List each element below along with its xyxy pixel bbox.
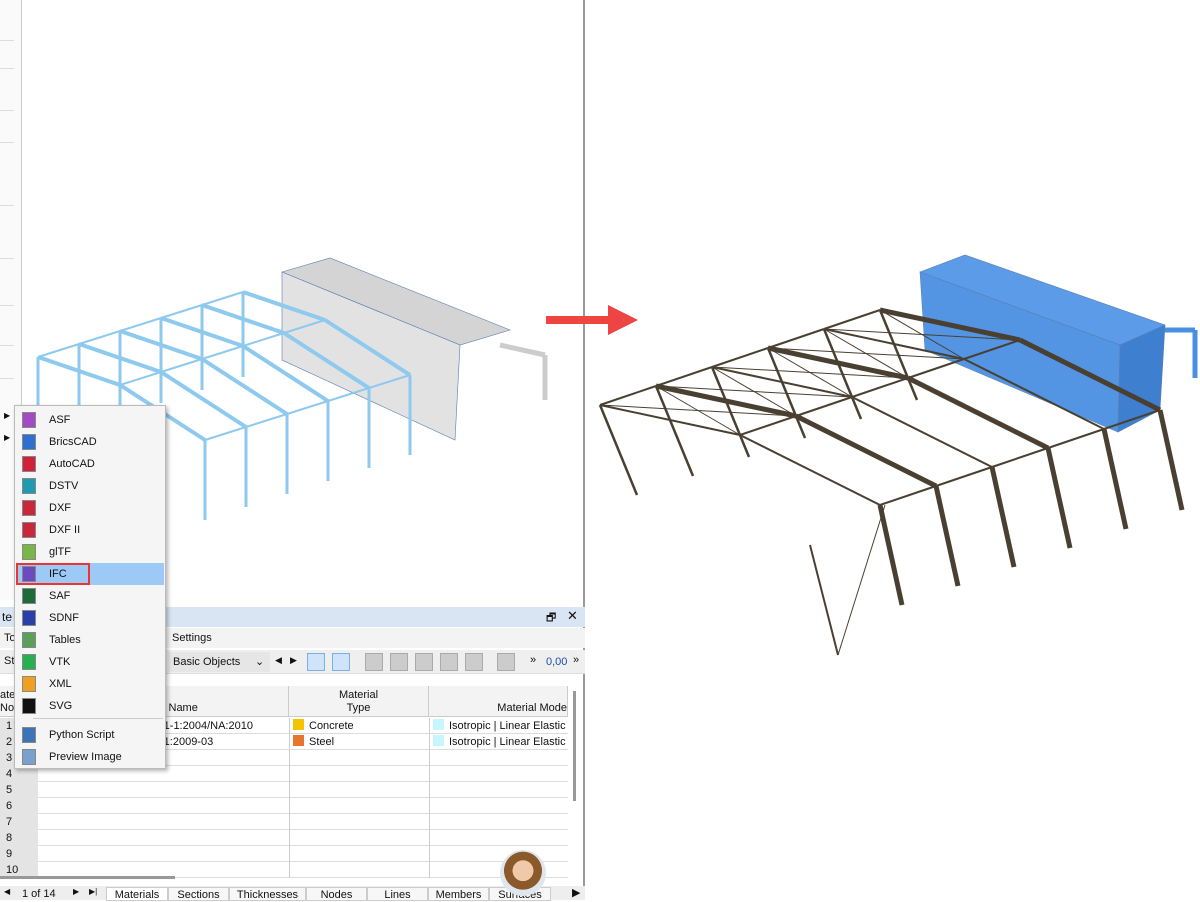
frame-column [1157, 409, 1185, 511]
frame-rafter [794, 413, 938, 489]
frame-column [1045, 447, 1073, 549]
purlin [655, 366, 713, 387]
purlin [907, 358, 965, 379]
frame-column [989, 466, 1017, 568]
purlin [739, 415, 797, 436]
ifc-model-view[interactable] [0, 0, 1200, 900]
purlin [795, 396, 853, 417]
purlin [879, 485, 937, 506]
bracing [837, 504, 886, 656]
purlin [851, 377, 909, 398]
frame-column [877, 504, 905, 606]
purlin [991, 447, 1049, 468]
purlin [711, 347, 769, 368]
frame-column [933, 485, 961, 587]
purlin [599, 385, 657, 406]
purlin [935, 466, 993, 487]
frame-column [598, 404, 639, 496]
frame-column [654, 385, 695, 477]
purlin [823, 309, 881, 330]
purlin [1047, 428, 1105, 449]
purlin [767, 328, 825, 349]
frame-column [1101, 428, 1129, 530]
bracing [809, 544, 839, 656]
